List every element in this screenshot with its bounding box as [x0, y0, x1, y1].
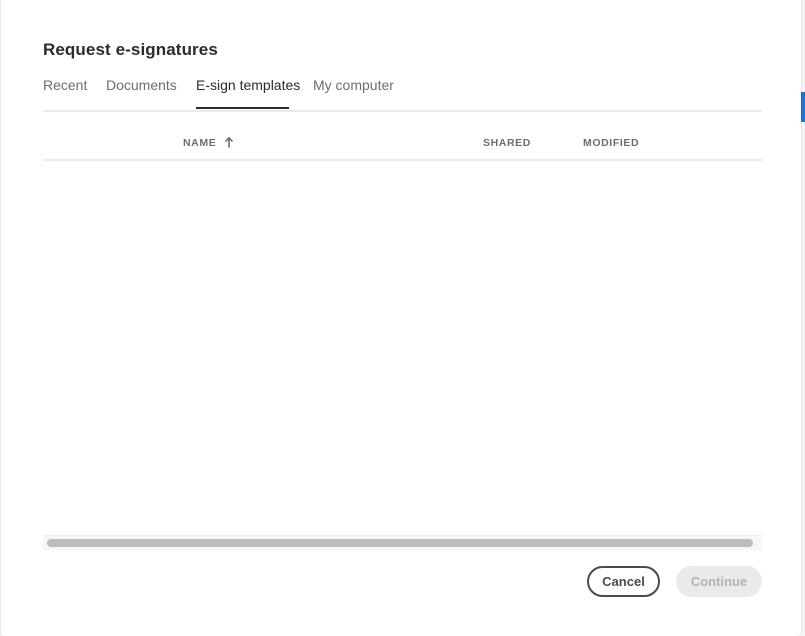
- column-header-name[interactable]: NAME: [183, 137, 216, 149]
- background-accent-edge: [801, 92, 805, 122]
- continue-button: Continue: [676, 566, 762, 597]
- scrollbar-thumb[interactable]: [47, 539, 753, 547]
- column-header-shared[interactable]: SHARED: [483, 137, 531, 149]
- column-header-modified[interactable]: MODIFIED: [583, 137, 639, 149]
- tab-my-computer[interactable]: My computer: [313, 77, 394, 108]
- table-header: NAME SHARED MODIFIED: [43, 110, 762, 161]
- table-body-empty: [43, 161, 762, 535]
- horizontal-scrollbar[interactable]: [43, 535, 762, 550]
- dialog-title: Request e-signatures: [43, 40, 218, 59]
- active-tab-indicator: [196, 107, 289, 109]
- tab-esign-templates[interactable]: E-sign templates: [196, 77, 300, 108]
- request-esignatures-dialog: Request e-signatures Recent Documents E-…: [1, 0, 801, 636]
- cancel-button[interactable]: Cancel: [587, 566, 660, 597]
- arrow-up-icon[interactable]: [224, 136, 234, 148]
- tab-documents[interactable]: Documents: [106, 77, 177, 108]
- tab-recent[interactable]: Recent: [43, 77, 87, 108]
- source-tabs: Recent Documents E-sign templates My com…: [43, 76, 762, 112]
